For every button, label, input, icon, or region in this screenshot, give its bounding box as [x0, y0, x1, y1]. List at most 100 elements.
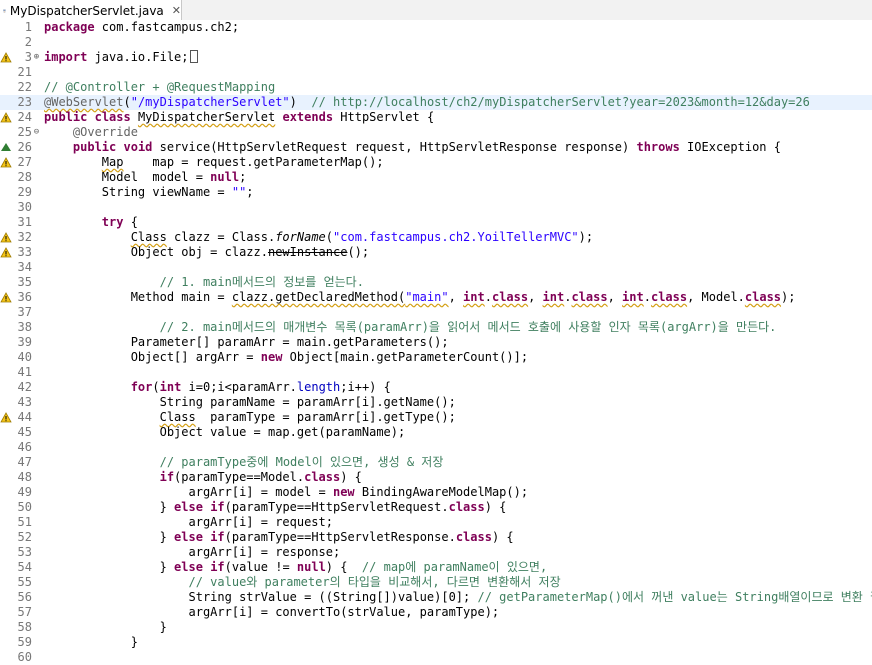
code-token: argArr[i] = convertTo(strValue, paramTyp… — [44, 605, 500, 619]
code-token: // map에 paramName이 있으면, — [361, 560, 548, 574]
code-line[interactable]: 49 argArr[i] = model = new BindingAwareM… — [0, 485, 872, 500]
code-token: clazz = Class. — [166, 230, 276, 244]
line-number: 38 — [17, 320, 32, 334]
expand-fold-icon[interactable]: ⊕ — [32, 50, 41, 65]
code-line[interactable]: 45 Object value = map.get(paramName); — [0, 425, 872, 440]
code-line[interactable]: 2 — [0, 35, 872, 50]
code-text: // 1. main메서드의 정보를 얻는다. — [44, 275, 364, 290]
code-line[interactable]: 46 — [0, 440, 872, 455]
close-icon[interactable]: ✕ — [172, 4, 181, 17]
code-line[interactable]: 40 Object[] argArr = new Object[main.get… — [0, 350, 872, 365]
code-line[interactable]: 39 Parameter[] paramArr = main.getParame… — [0, 335, 872, 350]
code-token: ; — [239, 170, 247, 184]
code-line[interactable]: 36 Method main = clazz.getDeclaredMethod… — [0, 290, 872, 305]
code-line[interactable]: 24 public class MyDispatcherServlet exten… — [0, 110, 872, 125]
code-line[interactable]: 43 String paramName = paramArr[i].getNam… — [0, 395, 872, 410]
code-token: java.io.File; — [87, 50, 189, 64]
code-token: (paramType==HttpServletRequest. — [224, 500, 449, 514]
code-text: public void service(HttpServletRequest r… — [44, 140, 781, 155]
code-line[interactable]: 57 argArr[i] = convertTo(strValue, param… — [0, 605, 872, 620]
code-token: else — [174, 560, 203, 574]
line-number: 29 — [17, 185, 32, 199]
code-line[interactable]: 21 — [0, 65, 872, 80]
code-token: Class — [130, 230, 167, 244]
code-token: Method main = — [44, 290, 232, 304]
code-line[interactable]: 53 argArr[i] = response; — [0, 545, 872, 560]
code-token: class — [571, 290, 608, 304]
code-line[interactable]: 25 ⊖ @Override — [0, 125, 872, 140]
code-text: Map map = request.getParameterMap(); — [44, 155, 384, 170]
code-line[interactable]: 41 — [0, 365, 872, 380]
code-line[interactable]: 51 argArr[i] = request; — [0, 515, 872, 530]
override-icon — [1, 143, 11, 151]
code-line[interactable]: 38 // 2. main메서드의 매개변수 목록(paramArr)을 읽어서… — [0, 320, 872, 335]
code-token: // http://localhost/ch2/myDispatcherServ… — [311, 95, 810, 109]
code-line[interactable]: 47 // paramType중에 Model이 있으면, 생성 & 저장 — [0, 455, 872, 470]
code-token: , — [448, 290, 464, 304]
code-line[interactable]: 33 Object obj = clazz.newInstance(); — [0, 245, 872, 260]
code-line[interactable]: 56 String strValue = ((String[])value)[0… — [0, 590, 872, 605]
folded-imports-icon[interactable] — [189, 50, 198, 63]
line-number: 3 — [24, 50, 32, 64]
code-editor[interactable]: 1 package com.fastcampus.ch2; 2 3 ⊕ import ja… — [0, 20, 872, 665]
code-token: String strValue = ((String[])value)[0]; — [44, 590, 478, 604]
code-line[interactable]: 32 Class clazz = Class.forName("com.fast… — [0, 230, 872, 245]
code-token: ( — [325, 230, 334, 244]
warning-icon — [0, 247, 12, 258]
code-line[interactable]: 29 String viewName = ""; — [0, 185, 872, 200]
code-line[interactable]: 23 @WebServlet("/myDispatcherServlet") //… — [0, 95, 872, 110]
code-text: argArr[i] = convertTo(strValue, paramTyp… — [44, 605, 499, 620]
code-token: // value와 parameter의 타입을 비교해서, 다르면 변환해서 … — [188, 575, 561, 589]
code-line[interactable]: 28 Model model = null; — [0, 170, 872, 185]
code-token: (); — [347, 245, 370, 259]
code-token: service(HttpServletRequest request, Http… — [152, 140, 637, 154]
code-line[interactable]: 54 } else if(value != null) { // map에 pa… — [0, 560, 872, 575]
code-line[interactable]: 31 try { — [0, 215, 872, 230]
code-line[interactable]: 1 package com.fastcampus.ch2; — [0, 20, 872, 35]
code-token: { — [123, 215, 138, 229]
line-number: 44 — [17, 410, 32, 424]
editor-tab[interactable]: J MyDispatcherServlet.java ✕ — [0, 0, 182, 21]
line-number: 32 — [17, 230, 32, 244]
collapse-fold-icon[interactable]: ⊖ — [32, 125, 41, 140]
code-line[interactable]: 42 for(int i=0;i<paramArr.length;i++) { — [0, 380, 872, 395]
code-line[interactable]: 22 // @Controller + @RequestMapping — [0, 80, 872, 95]
code-token: @WebServlet — [44, 95, 124, 109]
line-number: 37 — [17, 305, 32, 319]
code-line[interactable]: 37 — [0, 305, 872, 320]
code-line[interactable]: 59 } — [0, 635, 872, 650]
line-number: 35 — [17, 275, 32, 289]
code-text: argArr[i] = response; — [44, 545, 340, 560]
code-text: Object[] argArr = new Object[main.getPar… — [44, 350, 528, 365]
tab-title: MyDispatcherServlet.java — [9, 3, 164, 18]
code-token: argArr[i] = model = — [44, 485, 333, 499]
line-number: 45 — [17, 425, 32, 439]
warning-icon — [0, 112, 12, 123]
code-line[interactable]: 30 — [0, 200, 872, 215]
code-text: String viewName = ""; — [44, 185, 254, 200]
code-line[interactable]: 48 if(paramType==Model.class) { — [0, 470, 872, 485]
code-line[interactable]: 35 // 1. main메서드의 정보를 얻는다. — [0, 275, 872, 290]
code-line[interactable]: 3 ⊕ import java.io.File; — [0, 50, 872, 65]
line-number: 27 — [17, 155, 32, 169]
code-token: // 1. main메서드의 정보를 얻는다. — [159, 275, 364, 289]
code-line[interactable]: 60 — [0, 650, 872, 665]
code-token: int — [542, 290, 565, 304]
code-line[interactable]: 52 } else if(paramType==HttpServletRespo… — [0, 530, 872, 545]
code-line[interactable]: 58 } — [0, 620, 872, 635]
code-line[interactable]: 34 — [0, 260, 872, 275]
code-line[interactable]: 55 // value와 parameter의 타입을 비교해서, 다르면 변환… — [0, 575, 872, 590]
code-line[interactable]: 50 } else if(paramType==HttpServletReque… — [0, 500, 872, 515]
code-line[interactable]: 26 public void service(HttpServletReques… — [0, 140, 872, 155]
code-text: Class clazz = Class.forName("com.fastcam… — [44, 230, 593, 245]
code-token: package — [44, 20, 95, 34]
code-line[interactable]: 27 Map map = request.getParameterMap(); — [0, 155, 872, 170]
code-token: Object obj = clazz. — [44, 245, 268, 259]
code-line[interactable]: 44 Class paramType = paramArr[i].getType… — [0, 410, 872, 425]
line-number: 31 — [17, 215, 32, 229]
line-number: 58 — [17, 620, 32, 634]
